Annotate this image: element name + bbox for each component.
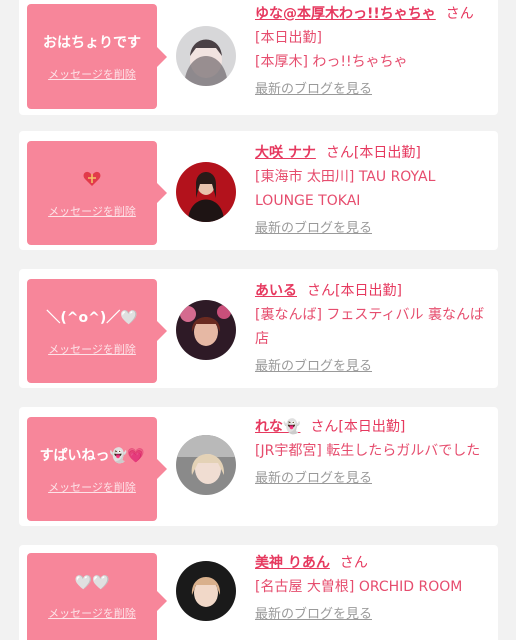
cast-suffix: さん — [339, 555, 368, 571]
avatar-photo — [176, 162, 236, 222]
message-bubble: ＼(^o^)／🤍 メッセージを削除 — [27, 279, 167, 383]
delete-message-link[interactable]: メッセージを削除 — [27, 479, 157, 495]
avatar[interactable] — [176, 162, 236, 222]
message-card: メッセージを削除 大咲 ナナ さん[本日出勤] [東海市 太田川] TAU ROY… — [19, 131, 498, 250]
cast-name-link[interactable]: あいる — [255, 283, 297, 299]
message-bubble: おはちょりです メッセージを削除 — [27, 4, 167, 109]
shop-name: [JR宇都宮] 転生したらガルバでした — [255, 443, 481, 459]
cast-info: ゆな@本厚木わっ!!ちゃちゃ さん [本日出勤] [本厚木] わっ!!ちゃちゃ 最… — [255, 2, 484, 102]
avatar-photo — [176, 300, 236, 360]
cast-name-link[interactable]: 美神 りあん — [255, 555, 330, 571]
heart-ribbon-icon — [83, 171, 101, 186]
latest-blog-link[interactable]: 最新のブログを見る — [255, 467, 484, 491]
latest-blog-link[interactable]: 最新のブログを見る — [255, 217, 484, 241]
message-text: 🤍🤍 — [74, 575, 110, 591]
message-bubble: 🤍🤍 メッセージを削除 — [27, 553, 167, 640]
attendance-status: [本日出勤] — [255, 30, 322, 46]
message-card: 🤍🤍 メッセージを削除 美神 りあん さん [名古屋 大曽根] ORCHID RO… — [19, 545, 498, 640]
latest-blog-link[interactable]: 最新のブログを見る — [255, 603, 484, 627]
avatar[interactable] — [176, 300, 236, 360]
message-text: ＼(^o^)／🤍 — [46, 310, 138, 326]
shop-name: [本厚木] わっ!!ちゃちゃ — [255, 54, 408, 70]
delete-message-link[interactable]: メッセージを削除 — [27, 66, 157, 82]
avatar[interactable] — [176, 26, 236, 86]
cast-name-link[interactable]: ゆな@本厚木わっ!!ちゃちゃ — [255, 6, 436, 22]
message-text: おはちょりです — [43, 35, 141, 51]
cast-suffix: さん[本日出勤] — [307, 283, 402, 299]
message-bubble: メッセージを削除 — [27, 141, 167, 245]
message-card: おはちょりです メッセージを削除 ゆな@本厚木わっ!!ちゃちゃ さん [本日出勤]… — [19, 0, 498, 115]
avatar[interactable] — [176, 435, 236, 495]
avatar-photo — [176, 26, 236, 86]
delete-message-link[interactable]: メッセージを削除 — [27, 203, 157, 219]
shop-name: [裏なんば] フェスティバル 裏なんば店 — [255, 307, 484, 347]
message-text: すぱいねっ👻💗 — [39, 448, 145, 464]
message-text — [27, 169, 157, 193]
cast-info: れな👻 さん[本日出勤] [JR宇都宮] 転生したらガルバでした 最新のブログを見… — [255, 415, 484, 491]
shop-name: [名古屋 大曽根] ORCHID ROOM — [255, 579, 463, 595]
message-card: すぱいねっ👻💗 メッセージを削除 れな👻 さん[本日出勤] [JR宇都宮] 転生し… — [19, 407, 498, 526]
cast-suffix: さん[本日出勤] — [325, 145, 421, 161]
cast-name-link[interactable]: 大咲 ナナ — [255, 145, 316, 161]
cast-info: あいる さん[本日出勤] [裏なんば] フェスティバル 裏なんば店 最新のブログを… — [255, 279, 484, 379]
delete-message-link[interactable]: メッセージを削除 — [27, 605, 157, 621]
avatar[interactable] — [176, 561, 236, 621]
cast-name-link[interactable]: れな👻 — [255, 419, 300, 435]
cast-info: 美神 りあん さん [名古屋 大曽根] ORCHID ROOM 最新のブログを見る — [255, 551, 484, 627]
avatar-photo — [176, 561, 236, 621]
message-card: ＼(^o^)／🤍 メッセージを削除 あいる さん[本日出勤] [裏なんば] フェス… — [19, 269, 498, 388]
cast-suffix: さん[本日出勤] — [310, 419, 406, 435]
message-bubble: すぱいねっ👻💗 メッセージを削除 — [27, 417, 167, 521]
shop-name: [東海市 太田川] TAU ROYAL LOUNGE TOKAI — [255, 169, 436, 209]
message-list: おはちょりです メッセージを削除 ゆな@本厚木わっ!!ちゃちゃ さん [本日出勤]… — [0, 0, 516, 640]
avatar-photo — [176, 435, 236, 495]
delete-message-link[interactable]: メッセージを削除 — [27, 341, 157, 357]
cast-info: 大咲 ナナ さん[本日出勤] [東海市 太田川] TAU ROYAL LOUNGE… — [255, 141, 484, 241]
latest-blog-link[interactable]: 最新のブログを見る — [255, 355, 484, 379]
latest-blog-link[interactable]: 最新のブログを見る — [255, 78, 484, 102]
cast-suffix: さん — [445, 6, 474, 22]
